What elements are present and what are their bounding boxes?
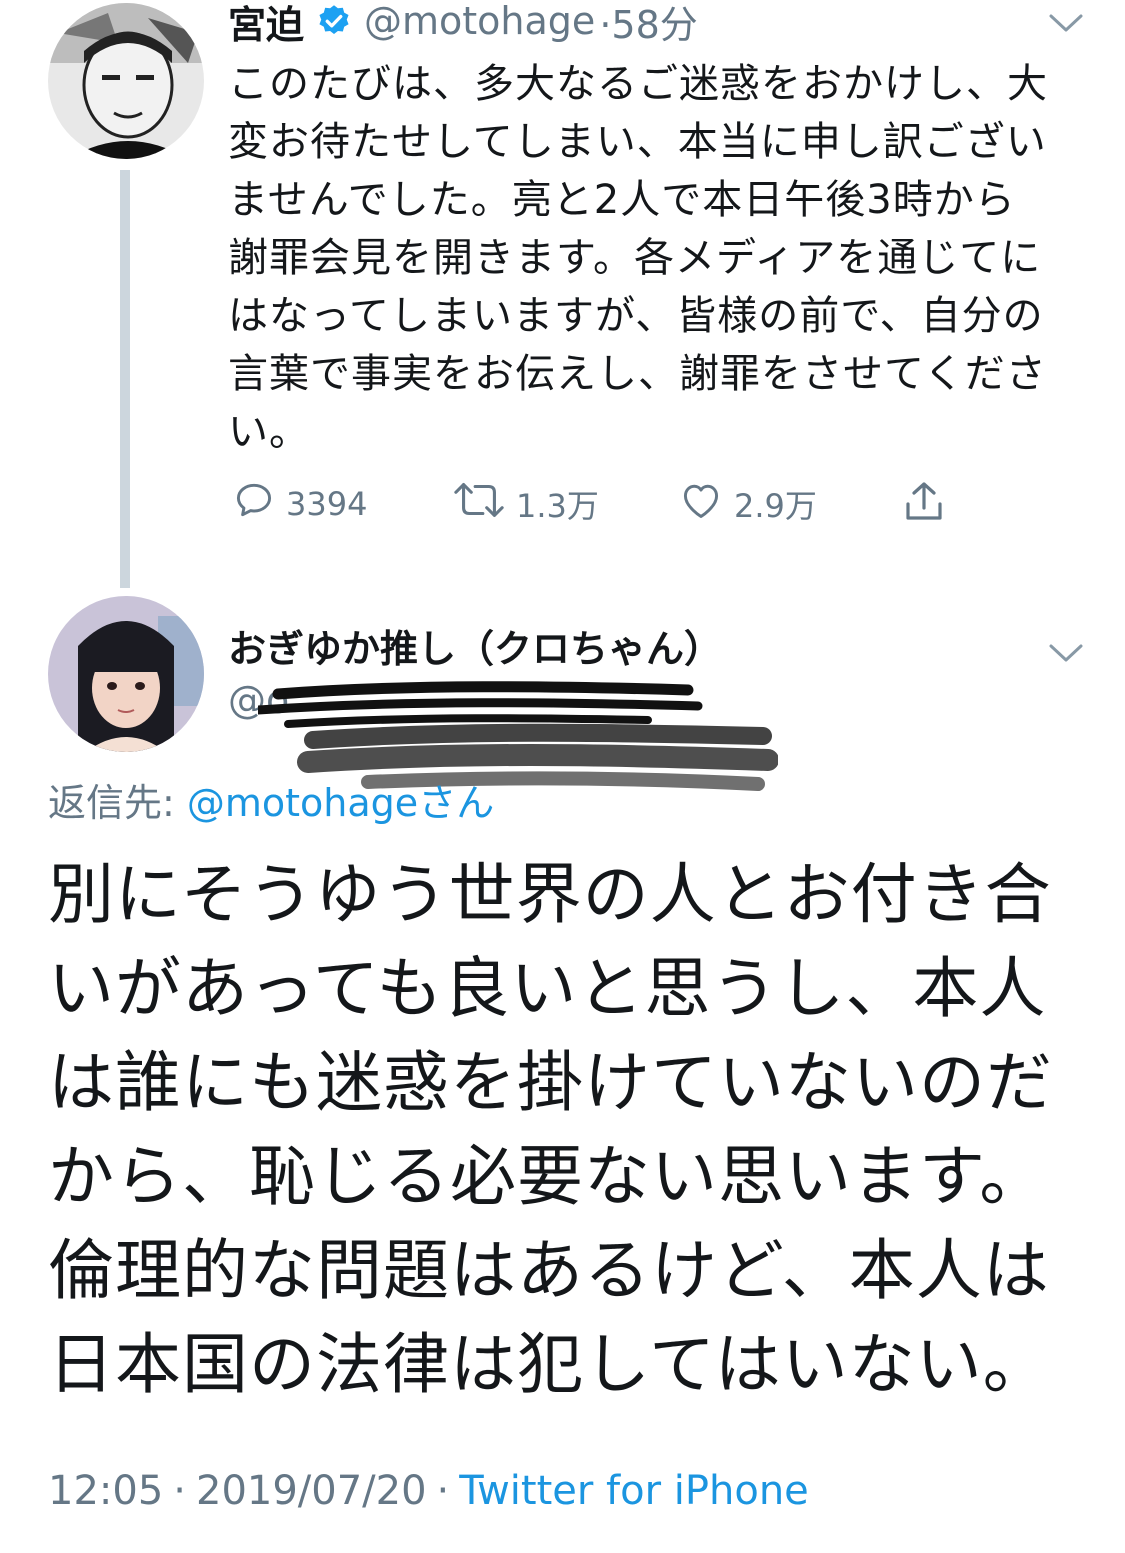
meta-separator: · (436, 1468, 450, 1514)
author-handle[interactable]: @motohage (364, 0, 595, 43)
reply-to-suffix: さん (418, 781, 495, 825)
share-button[interactable] (900, 478, 948, 534)
reply-to-handle-link[interactable]: @motohage (187, 781, 418, 825)
thread-line (120, 170, 130, 588)
reply-to-label: 返信先: (48, 781, 187, 825)
retweet-count: 1.3万 (516, 487, 599, 525)
meta-separator: · (173, 1468, 186, 1514)
avatar-miyasako[interactable] (48, 3, 204, 159)
tweet2-text: 別にそうゆう世界の人とお付き合 いがあっても良いと思うし、本人 は誰にも迷惑を掛… (48, 856, 1053, 1403)
tweet-date: 2019/07/20 (196, 1468, 427, 1514)
chevron-down-icon[interactable] (1048, 10, 1083, 36)
tweet-time[interactable]: ·58分 (599, 0, 697, 49)
author-name[interactable]: おぎゆか推し（クロちゃん） (228, 618, 722, 673)
heart-icon (678, 478, 724, 530)
tweet1-header: 宮迫 @motohage ·58分 (228, 0, 698, 49)
avatar-ogiyuka[interactable] (48, 596, 204, 752)
retweet-button[interactable]: 1.3万 (452, 478, 599, 530)
reply-button[interactable]: 3394 (232, 478, 367, 530)
tweet-time: 12:05 (48, 1468, 164, 1514)
reply-icon (232, 478, 276, 530)
share-icon (900, 478, 948, 534)
chevron-down-icon[interactable] (1048, 640, 1083, 666)
like-button[interactable]: 2.9万 (678, 478, 817, 530)
reply-count: 3394 (286, 485, 368, 523)
author-name[interactable]: 宮迫 (228, 0, 304, 49)
reply-to-line: 返信先: @motohageさん (48, 772, 494, 827)
verified-badge-icon (316, 3, 352, 39)
tweet-meta: 12:05 · 2019/07/20 · Twitter for iPhone (48, 1468, 809, 1514)
retweet-icon (452, 478, 506, 530)
like-count: 2.9万 (734, 487, 817, 525)
tweet-source-link[interactable]: Twitter for iPhone (459, 1468, 809, 1514)
tweet1-text: このたびは、多大なるご迷惑をおかけし、大 変お待たせしてしまい、本当に申し訳ござ… (228, 61, 1048, 455)
